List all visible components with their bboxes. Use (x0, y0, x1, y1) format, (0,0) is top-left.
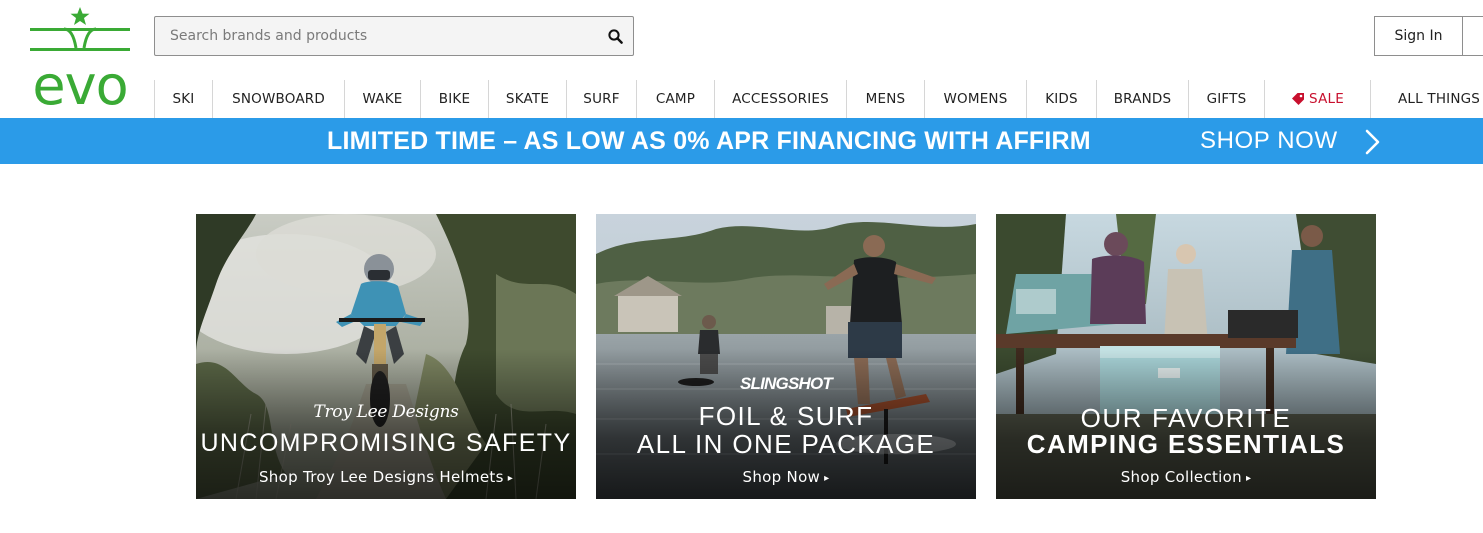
nav-item-label: BIKE (438, 91, 471, 107)
tile-subheadline: CAMPING ESSENTIALS (1026, 429, 1346, 459)
nav-item-wake[interactable]: WAKE (344, 80, 420, 118)
main-nav: SKI SNOWBOARD WAKE BIKE SKATE SURF CAMP … (154, 80, 1483, 118)
nav-item-label: ALL THINGS (1398, 91, 1481, 107)
tile-headline: UNCOMPROMISING SAFETY (200, 429, 572, 457)
play-arrow-icon: ▸ (507, 473, 514, 484)
promo-tile-slingshot[interactable]: SLINGSHOT FOIL & SURF ALL IN ONE PACKAGE… (596, 214, 976, 499)
nav-item-skate[interactable]: SKATE (488, 80, 566, 118)
nav-item-all-things[interactable]: ALL THINGS (1370, 80, 1483, 118)
nav-item-label: KIDS (1045, 91, 1078, 107)
promo-tile-camping[interactable]: OUR FAVORITE CAMPING ESSENTIALS Shop Col… (996, 214, 1376, 499)
search-input[interactable] (155, 17, 597, 55)
nav-item-label: SNOWBOARD (232, 91, 325, 107)
tile-cta-label: Shop Troy Lee Designs Helmets (258, 468, 504, 486)
tile-cta[interactable]: Shop Collection ▸ (996, 468, 1376, 486)
play-arrow-icon: ▸ (824, 473, 830, 484)
slingshot-logo: SLINGSHOT (740, 374, 833, 393)
nav-item-label: SKI (172, 91, 195, 107)
tile-subheadline: ALL IN ONE PACKAGE (636, 429, 936, 459)
evo-logo[interactable]: evo (24, 6, 136, 110)
tag-icon (1292, 93, 1305, 105)
nav-item-accessories[interactable]: ACCESSORIES (714, 80, 846, 118)
troy-lee-designs-logo: Troy Lee Designs (313, 402, 459, 422)
logo-wordmark: evo (32, 54, 127, 110)
tile-cta[interactable]: Shop Troy Lee Designs Helmets ▸ (196, 468, 576, 486)
nav-item-label: SURF (583, 91, 620, 107)
tile-headline: FOIL & SURF (698, 401, 874, 431)
nav-item-label: ACCESSORIES (732, 91, 829, 107)
nav-item-label: MENS (865, 91, 906, 107)
tile-cta-label: Shop Now (742, 468, 821, 486)
nav-item-kids[interactable]: KIDS (1026, 80, 1096, 118)
cart-button[interactable] (1463, 16, 1483, 56)
nav-item-label: WOMENS (943, 91, 1008, 107)
search-bar (154, 16, 634, 56)
tile-cta-label: Shop Collection (1120, 468, 1242, 486)
nav-item-label: GIFTS (1206, 91, 1247, 107)
search-button[interactable] (597, 17, 633, 55)
promo-banner[interactable]: LIMITED TIME – AS LOW AS 0% APR FINANCIN… (0, 118, 1483, 164)
promo-tile-troy-lee-designs[interactable]: Troy Lee Designs UNCOMPROMISING SAFETY S… (196, 214, 576, 499)
nav-item-womens[interactable]: WOMENS (924, 80, 1026, 118)
promo-text: LIMITED TIME – AS LOW AS 0% APR FINANCIN… (327, 127, 1091, 155)
nav-item-brands[interactable]: BRANDS (1096, 80, 1188, 118)
promo-shop-now[interactable]: SHOP NOW (1200, 118, 1338, 164)
sign-in-button[interactable]: Sign In (1374, 16, 1462, 56)
nav-item-camp[interactable]: CAMP (636, 80, 714, 118)
nav-item-mens[interactable]: MENS (846, 80, 924, 118)
nav-item-label: WAKE (362, 91, 403, 107)
nav-item-label: SKATE (505, 91, 550, 107)
nav-item-ski[interactable]: SKI (154, 80, 212, 118)
nav-item-sale[interactable]: SALE (1264, 80, 1370, 118)
chevron-right-icon (1365, 129, 1380, 155)
nav-item-label: CAMP (655, 91, 696, 107)
nav-item-label: BRANDS (1113, 91, 1172, 107)
nav-item-surf[interactable]: SURF (566, 80, 636, 118)
play-arrow-icon: ▸ (1245, 473, 1252, 484)
nav-item-gifts[interactable]: GIFTS (1188, 80, 1264, 118)
nav-item-bike[interactable]: BIKE (420, 80, 488, 118)
logo-star-icon (70, 7, 90, 25)
search-icon (607, 28, 623, 44)
nav-item-label: SALE (1309, 91, 1344, 107)
nav-item-snowboard[interactable]: SNOWBOARD (212, 80, 344, 118)
tile-cta[interactable]: Shop Now ▸ (596, 468, 976, 486)
